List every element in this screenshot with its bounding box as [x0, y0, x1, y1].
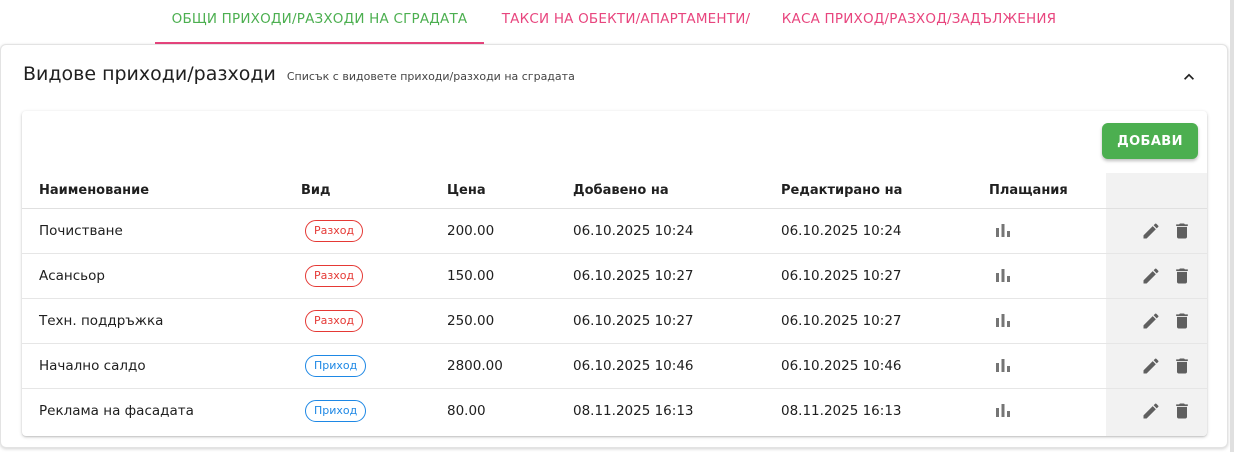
cell-price: 80.00: [447, 403, 486, 419]
type-chip: Приход: [305, 400, 367, 422]
cell-actions: [1124, 253, 1207, 299]
trash-icon[interactable]: [1172, 221, 1192, 241]
bar-chart-icon[interactable]: [993, 401, 1013, 421]
cell-edited: 08.11.2025 16:13: [781, 403, 902, 419]
table-row: Почистване Разход 200.00 06.10.2025 10:2…: [22, 208, 1207, 254]
cell-price: 250.00: [447, 298, 573, 344]
bar-chart-icon[interactable]: [993, 311, 1013, 331]
tab-cash-register[interactable]: КАСА ПРИХОД/РАЗХОД/ЗАДЪЛЖЕНИЯ: [768, 0, 1070, 44]
pencil-icon[interactable]: [1141, 356, 1161, 376]
types-table-card: ДОБАВИ Наименование Вид Цена Добавено на…: [22, 111, 1207, 436]
cell-added: 06.10.2025 10:46: [573, 343, 781, 389]
chevron-up-icon: [1184, 73, 1194, 80]
add-button[interactable]: ДОБАВИ: [1102, 123, 1198, 159]
trash-icon[interactable]: [1172, 401, 1192, 421]
cell-edited: 06.10.2025 10:27: [781, 298, 989, 344]
cell-name: Реклама на фасадата: [39, 403, 194, 419]
trash-icon[interactable]: [1172, 356, 1192, 376]
trash-icon[interactable]: [1172, 311, 1192, 331]
header-name[interactable]: Наименование: [22, 173, 301, 209]
table-header-row: Наименование Вид Цена Добавено на Редакт…: [22, 173, 1207, 209]
tab-building-income-expense[interactable]: ОБЩИ ПРИХОДИ/РАЗХОДИ НА СГРАДАТА: [155, 0, 484, 44]
type-chip: Разход: [305, 265, 364, 287]
table-row: Начално салдо Приход 2800.00 06.10.2025 …: [22, 343, 1207, 389]
trash-icon[interactable]: [1172, 266, 1192, 286]
cell-edited: 06.10.2025 10:46: [781, 343, 989, 389]
cell-payments: [989, 389, 1124, 434]
tab-unit-fees[interactable]: ТАКСИ НА ОБЕКТИ/АПАРТАМЕНТИ/: [487, 0, 765, 44]
pencil-icon[interactable]: [1141, 266, 1161, 286]
header-payments: Плащания: [989, 173, 1124, 209]
cell-name: Асансьор: [22, 253, 301, 299]
cell-payments: [989, 298, 1124, 344]
table-row: Техн. поддръжка Разход 250.00 06.10.2025…: [22, 298, 1207, 344]
table-row: Реклама на фасадата Приход 80.00 08.11.2…: [22, 389, 1207, 434]
cell-actions: [1124, 298, 1207, 344]
cell-name: Техн. поддръжка: [22, 298, 301, 344]
bar-chart-icon[interactable]: [993, 221, 1013, 241]
cell-name: Начално салдо: [22, 343, 301, 389]
type-chip: Разход: [305, 220, 364, 242]
header-price[interactable]: Цена: [447, 173, 573, 209]
cell-actions: [1124, 389, 1207, 434]
panel-header: Видове приходи/разходи Списък с видовете…: [23, 63, 575, 91]
cell-edited: 06.10.2025 10:27: [781, 253, 989, 299]
cell-type: Приход: [301, 389, 447, 434]
header-edited[interactable]: Редактирано на: [781, 173, 989, 209]
table-row: Асансьор Разход 150.00 06.10.2025 10:27 …: [22, 253, 1207, 299]
cell-actions: [1124, 208, 1207, 254]
pencil-icon[interactable]: [1141, 401, 1161, 421]
cell-type: Разход: [301, 253, 447, 299]
cell-payments: [989, 343, 1124, 389]
cell-actions: [1124, 343, 1207, 389]
cell-price: 200.00: [447, 208, 573, 254]
bar-chart-icon[interactable]: [993, 356, 1013, 376]
page-scrollbar[interactable]: [1230, 0, 1234, 452]
cell-payments: [989, 253, 1124, 299]
cell-added: 06.10.2025 10:27: [573, 298, 781, 344]
type-chip: Приход: [305, 355, 367, 377]
panel-subtitle: Списък с видовете приходи/разходи на сгр…: [286, 70, 575, 83]
pencil-icon[interactable]: [1141, 311, 1161, 331]
cell-type: Разход: [301, 208, 447, 254]
cell-edited: 06.10.2025 10:24: [781, 208, 989, 254]
collapse-button[interactable]: [1179, 67, 1199, 87]
header-added[interactable]: Добавено на: [573, 173, 781, 209]
cell-added: 08.11.2025 16:13: [573, 403, 694, 419]
types-table: Наименование Вид Цена Добавено на Редакт…: [22, 173, 1207, 433]
tab-bar: ОБЩИ ПРИХОДИ/РАЗХОДИ НА СГРАДАТА ТАКСИ Н…: [0, 0, 1234, 44]
pencil-icon[interactable]: [1141, 221, 1161, 241]
income-expense-types-panel: Видове приходи/разходи Списък с видовете…: [0, 44, 1228, 448]
cell-price: 2800.00: [447, 343, 573, 389]
cell-added: 06.10.2025 10:27: [573, 253, 781, 299]
cell-type: Разход: [301, 298, 447, 344]
type-chip: Разход: [305, 310, 364, 332]
cell-added: 06.10.2025 10:24: [573, 208, 781, 254]
header-actions: [1124, 173, 1207, 209]
panel-title: Видове приходи/разходи: [23, 63, 276, 85]
cell-name: Почистване: [22, 208, 301, 254]
cell-type: Приход: [301, 343, 447, 389]
header-type[interactable]: Вид: [301, 173, 447, 209]
cell-payments: [989, 208, 1124, 254]
bar-chart-icon[interactable]: [993, 266, 1013, 286]
cell-price: 150.00: [447, 253, 573, 299]
